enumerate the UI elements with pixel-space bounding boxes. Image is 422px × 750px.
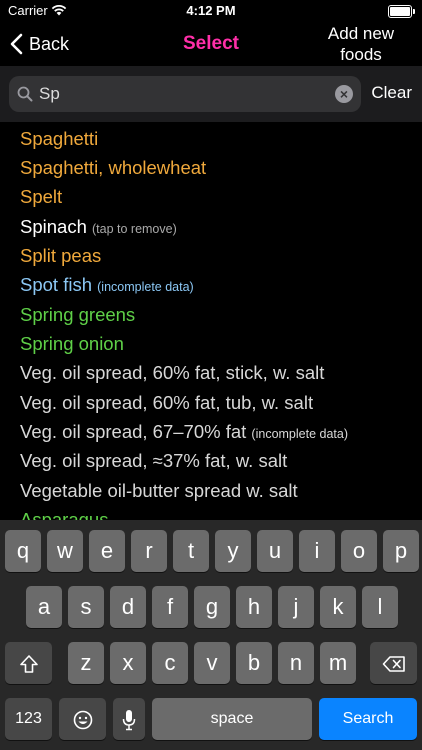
space-key[interactable]: space xyxy=(152,698,312,740)
list-item[interactable]: Spring greens xyxy=(20,304,135,326)
food-name: Veg. oil spread, 60% fat, tub, w. salt xyxy=(20,392,314,413)
food-name: Spring greens xyxy=(20,304,136,325)
emoji-icon xyxy=(73,710,92,730)
key-t[interactable]: t xyxy=(173,530,209,572)
list-item[interactable]: Veg. oil spread, ≈37% fat, w. salt xyxy=(20,450,287,472)
food-name: Spaghetti, wholewheat xyxy=(20,157,207,178)
list-item[interactable]: Vegetable oil-butter spread w. salt xyxy=(20,480,298,502)
key-a[interactable]: a xyxy=(26,586,62,628)
key-z[interactable]: z xyxy=(68,642,104,684)
battery-icon xyxy=(388,5,415,18)
key-n[interactable]: n xyxy=(278,642,314,684)
key-g[interactable]: g xyxy=(194,586,230,628)
key-r[interactable]: r xyxy=(131,530,167,572)
list-item[interactable]: Veg. oil spread, 67–70% fat (incomplete … xyxy=(20,421,348,443)
key-k[interactable]: k xyxy=(320,586,356,628)
list-item[interactable]: Spelt xyxy=(20,186,62,208)
backspace-icon xyxy=(382,656,405,672)
key-e[interactable]: e xyxy=(89,530,125,572)
delete-key[interactable] xyxy=(370,642,417,684)
microphone-icon xyxy=(122,710,136,731)
list-item[interactable]: Veg. oil spread, 60% fat, stick, w. salt xyxy=(20,362,324,384)
search-icon xyxy=(17,86,33,102)
list-item[interactable]: Split peas xyxy=(20,245,101,267)
food-name: Spot fish xyxy=(20,274,92,295)
search-field[interactable]: × xyxy=(9,76,361,112)
key-y[interactable]: y xyxy=(215,530,251,572)
food-name: Vegetable oil-butter spread w. salt xyxy=(20,480,298,501)
key-h[interactable]: h xyxy=(236,586,272,628)
food-name: Veg. oil spread, 60% fat, stick, w. salt xyxy=(20,362,325,383)
key-s[interactable]: s xyxy=(68,586,104,628)
key-b[interactable]: b xyxy=(236,642,272,684)
key-x[interactable]: x xyxy=(110,642,146,684)
add-new-foods-button[interactable]: Add new foods xyxy=(322,23,400,65)
key-i[interactable]: i xyxy=(299,530,335,572)
key-o[interactable]: o xyxy=(341,530,377,572)
food-name: Asparagus xyxy=(20,509,109,520)
key-w[interactable]: w xyxy=(47,530,83,572)
key-j[interactable]: j xyxy=(278,586,314,628)
list-item[interactable]: Spot fish (incomplete data) xyxy=(20,274,194,296)
numbers-key[interactable]: 123 xyxy=(5,698,52,740)
key-l[interactable]: l xyxy=(362,586,398,628)
food-name: Spinach xyxy=(20,216,87,237)
list-item[interactable]: Veg. oil spread, 60% fat, tub, w. salt xyxy=(20,392,313,414)
key-c[interactable]: c xyxy=(152,642,188,684)
food-name: Spring onion xyxy=(20,333,124,354)
key-v[interactable]: v xyxy=(194,642,230,684)
add-label-line2: foods xyxy=(340,45,382,64)
food-name: Split peas xyxy=(20,245,102,266)
food-name: Veg. oil spread, ≈37% fat, w. salt xyxy=(20,450,288,471)
navigation-bar: Back Select Add new foods xyxy=(0,22,422,66)
clear-text-icon[interactable]: × xyxy=(335,85,353,103)
shift-icon xyxy=(19,655,38,673)
food-note: (incomplete data) xyxy=(97,280,194,294)
back-button[interactable]: Back xyxy=(10,31,69,57)
key-q[interactable]: q xyxy=(5,530,41,572)
status-bar: Carrier 4:12 PM xyxy=(0,0,422,22)
shift-key[interactable] xyxy=(5,642,52,684)
food-note: (incomplete data) xyxy=(251,427,348,441)
search-bar: × Clear xyxy=(0,66,422,122)
food-name: Spaghetti xyxy=(20,128,99,149)
list-item[interactable]: Spaghetti, wholewheat xyxy=(20,157,206,179)
emoji-key[interactable] xyxy=(59,698,106,740)
list-item[interactable]: Asparagus xyxy=(20,509,108,520)
key-f[interactable]: f xyxy=(152,586,188,628)
list-item[interactable]: Spring onion xyxy=(20,333,124,355)
chevron-left-icon xyxy=(10,33,23,55)
food-list: Spaghetti Spaghetti, wholewheat Spelt Sp… xyxy=(0,122,422,520)
key-p[interactable]: p xyxy=(383,530,419,572)
key-d[interactable]: d xyxy=(110,586,146,628)
food-name: Spelt xyxy=(20,186,63,207)
keyboard: q w e r t y u i o p a s d f g h j k l z … xyxy=(0,520,422,750)
search-key[interactable]: Search xyxy=(319,698,417,740)
key-m[interactable]: m xyxy=(320,642,356,684)
clear-button[interactable]: Clear xyxy=(371,83,412,103)
key-u[interactable]: u xyxy=(257,530,293,572)
food-name: Veg. oil spread, 67–70% fat xyxy=(20,421,247,442)
dictation-key[interactable] xyxy=(113,698,145,740)
food-note: (tap to remove) xyxy=(92,222,177,236)
list-item[interactable]: Spinach (tap to remove) xyxy=(20,216,177,238)
clock: 4:12 PM xyxy=(186,3,236,18)
search-input[interactable] xyxy=(39,76,329,112)
back-label: Back xyxy=(29,33,70,54)
list-item[interactable]: Spaghetti xyxy=(20,128,98,150)
add-label-line1: Add new xyxy=(327,24,395,43)
